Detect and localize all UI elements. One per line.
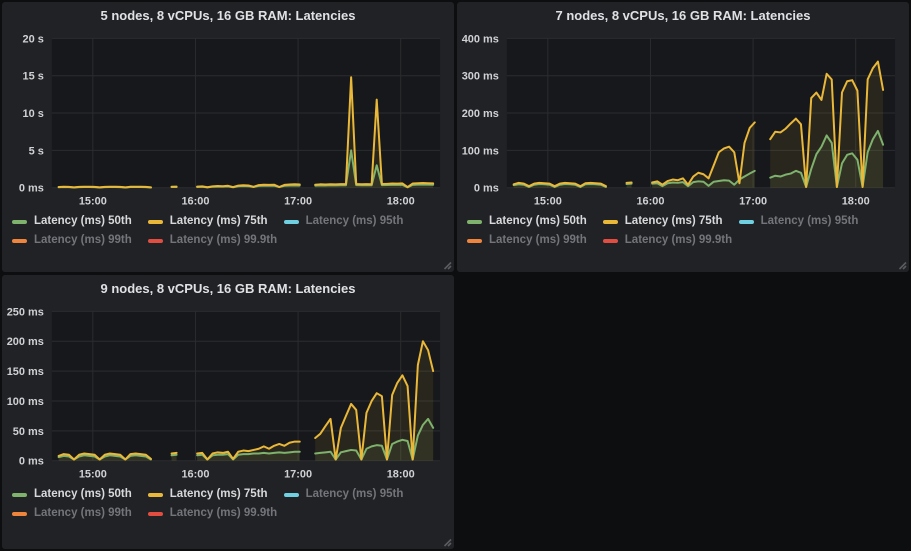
latency-graph-9-nodes[interactable]: 0 ms 50 ms 100 ms 150 ms 200 ms 250 ms 15:00 16…: [2, 301, 454, 483]
legend-color-swatch[interactable]: [148, 239, 163, 243]
legend-item-latency-ms-50th[interactable]: Latency (ms) 50th: [12, 212, 132, 231]
x-axis-tick-label: 16:00: [181, 469, 209, 481]
legend-item-latency-ms-99th[interactable]: Latency (ms) 99th: [467, 231, 587, 250]
x-axis-tick-label: 16:00: [636, 196, 664, 208]
y-axis-tick-label: 0 ms: [19, 183, 44, 195]
y-axis-tick-label: 5 s: [29, 145, 44, 157]
legend-item-label[interactable]: Latency (ms) 99th: [489, 231, 587, 250]
legend: Latency (ms) 50thLatency (ms) 75thLatenc…: [457, 210, 909, 250]
legend-color-swatch[interactable]: [148, 512, 163, 516]
legend: Latency (ms) 50thLatency (ms) 75thLatenc…: [2, 210, 454, 250]
legend: Latency (ms) 50thLatency (ms) 75thLatenc…: [2, 483, 454, 523]
dashboard: 5 nodes, 8 vCPUs, 16 GB RAM: Latencies 0…: [0, 0, 911, 551]
graph-plot-area[interactable]: 0 ms 5 s 10 s 15 s 20 s 15:00 16:00 17:00 18:00: [4, 28, 448, 210]
legend-item-label[interactable]: Latency (ms) 99.9th: [170, 504, 277, 523]
legend-item-latency-ms-95th[interactable]: Latency (ms) 95th: [739, 212, 859, 231]
legend-color-swatch[interactable]: [284, 220, 299, 224]
panel-5-nodes-latencies: 5 nodes, 8 vCPUs, 16 GB RAM: Latencies 0…: [2, 2, 454, 272]
series-line-latency-ms-75th[interactable]: [172, 453, 177, 454]
legend-item-latency-ms-75th[interactable]: Latency (ms) 75th: [603, 212, 723, 231]
legend-item-latency-ms-99th[interactable]: Latency (ms) 99th: [12, 231, 132, 250]
legend-color-swatch[interactable]: [739, 220, 754, 224]
legend-item-label[interactable]: Latency (ms) 50th: [34, 485, 132, 504]
graph-plot-area[interactable]: 0 ms 100 ms 200 ms 300 ms 400 ms 15:00 16:00 17…: [459, 28, 903, 210]
legend-color-swatch[interactable]: [603, 239, 618, 243]
legend-item-label[interactable]: Latency (ms) 50th: [489, 212, 587, 231]
legend-item-latency-ms-99.9th[interactable]: Latency (ms) 99.9th: [148, 231, 277, 250]
x-axis-tick-label: 17:00: [284, 196, 312, 208]
y-axis-tick-label: 10 s: [23, 108, 44, 120]
legend-item-latency-ms-95th[interactable]: Latency (ms) 95th: [284, 212, 404, 231]
legend-color-swatch[interactable]: [467, 220, 482, 224]
legend-item-label[interactable]: Latency (ms) 99.9th: [170, 231, 277, 250]
panel-resize-handle-icon[interactable]: [443, 261, 452, 270]
x-axis-tick-label: 17:00: [284, 469, 312, 481]
legend-item-latency-ms-75th[interactable]: Latency (ms) 75th: [148, 212, 268, 231]
legend-color-swatch[interactable]: [12, 220, 27, 224]
panel-title[interactable]: 9 nodes, 8 vCPUs, 16 GB RAM: Latencies: [2, 275, 454, 301]
y-axis-tick-label: 20 s: [23, 33, 44, 45]
legend-item-label[interactable]: Latency (ms) 95th: [306, 212, 404, 231]
y-axis-tick-label: 50 ms: [13, 426, 44, 438]
y-axis-tick-label: 150 ms: [7, 366, 44, 378]
legend-color-swatch[interactable]: [12, 239, 27, 243]
series-line-latency-ms-75th[interactable]: [59, 187, 151, 188]
legend-item-label[interactable]: Latency (ms) 99th: [34, 504, 132, 523]
legend-item-latency-ms-95th[interactable]: Latency (ms) 95th: [284, 485, 404, 504]
legend-item-latency-ms-75th[interactable]: Latency (ms) 75th: [148, 485, 268, 504]
x-axis-tick-label: 18:00: [387, 196, 415, 208]
legend-color-swatch[interactable]: [603, 220, 618, 224]
x-axis-tick-label: 18:00: [387, 469, 415, 481]
legend-item-latency-ms-99th[interactable]: Latency (ms) 99th: [12, 504, 132, 523]
legend-item-label[interactable]: Latency (ms) 99.9th: [625, 231, 732, 250]
legend-color-swatch[interactable]: [148, 493, 163, 497]
x-axis-tick-label: 15:00: [79, 196, 107, 208]
y-axis-tick-label: 250 ms: [7, 306, 44, 318]
x-axis-tick-label: 16:00: [181, 196, 209, 208]
panel-title[interactable]: 5 nodes, 8 vCPUs, 16 GB RAM: Latencies: [2, 2, 454, 28]
legend-item-latency-ms-50th[interactable]: Latency (ms) 50th: [467, 212, 587, 231]
x-axis-tick-label: 18:00: [842, 196, 870, 208]
legend-item-latency-ms-99.9th[interactable]: Latency (ms) 99.9th: [603, 231, 732, 250]
legend-item-label[interactable]: Latency (ms) 75th: [170, 485, 268, 504]
y-axis-tick-label: 100 ms: [7, 396, 44, 408]
y-axis-tick-label: 100 ms: [462, 145, 499, 157]
y-axis-tick-label: 0 ms: [474, 183, 499, 195]
y-axis-tick-label: 200 ms: [7, 336, 44, 348]
legend-item-label[interactable]: Latency (ms) 50th: [34, 212, 132, 231]
panel-resize-handle-icon[interactable]: [898, 261, 907, 270]
legend-item-label[interactable]: Latency (ms) 95th: [761, 212, 859, 231]
y-axis-tick-label: 15 s: [23, 71, 44, 83]
legend-color-swatch[interactable]: [12, 493, 27, 497]
graph-plot-area[interactable]: 0 ms 50 ms 100 ms 150 ms 200 ms 250 ms 15:00 16…: [4, 301, 448, 483]
legend-color-swatch[interactable]: [284, 493, 299, 497]
legend-item-latency-ms-50th[interactable]: Latency (ms) 50th: [12, 485, 132, 504]
y-axis-tick-label: 400 ms: [462, 33, 499, 45]
latency-graph-5-nodes[interactable]: 0 ms 5 s 10 s 15 s 20 s 15:00 16:00 17:00 18:00: [2, 28, 454, 210]
legend-item-label[interactable]: Latency (ms) 99th: [34, 231, 132, 250]
panel-7-nodes-latencies: 7 nodes, 8 vCPUs, 16 GB RAM: Latencies 0…: [457, 2, 909, 272]
panel-title[interactable]: 7 nodes, 8 vCPUs, 16 GB RAM: Latencies: [457, 2, 909, 28]
latency-graph-7-nodes[interactable]: 0 ms 100 ms 200 ms 300 ms 400 ms 15:00 16:00 17…: [457, 28, 909, 210]
panel-9-nodes-latencies: 9 nodes, 8 vCPUs, 16 GB RAM: Latencies 0…: [2, 275, 454, 549]
x-axis-tick-label: 17:00: [739, 196, 767, 208]
legend-color-swatch[interactable]: [467, 239, 482, 243]
legend-color-swatch[interactable]: [148, 220, 163, 224]
legend-item-label[interactable]: Latency (ms) 75th: [170, 212, 268, 231]
y-axis-tick-label: 300 ms: [462, 71, 499, 83]
series-line-latency-ms-50th[interactable]: [172, 455, 177, 456]
x-axis-tick-label: 15:00: [534, 196, 562, 208]
legend-item-latency-ms-99.9th[interactable]: Latency (ms) 99.9th: [148, 504, 277, 523]
y-axis-tick-label: 0 ms: [19, 456, 44, 468]
legend-item-label[interactable]: Latency (ms) 95th: [306, 485, 404, 504]
y-axis-tick-label: 200 ms: [462, 108, 499, 120]
legend-item-label[interactable]: Latency (ms) 75th: [625, 212, 723, 231]
legend-color-swatch[interactable]: [12, 512, 27, 516]
x-axis-tick-label: 15:00: [79, 469, 107, 481]
panel-resize-handle-icon[interactable]: [443, 538, 452, 547]
